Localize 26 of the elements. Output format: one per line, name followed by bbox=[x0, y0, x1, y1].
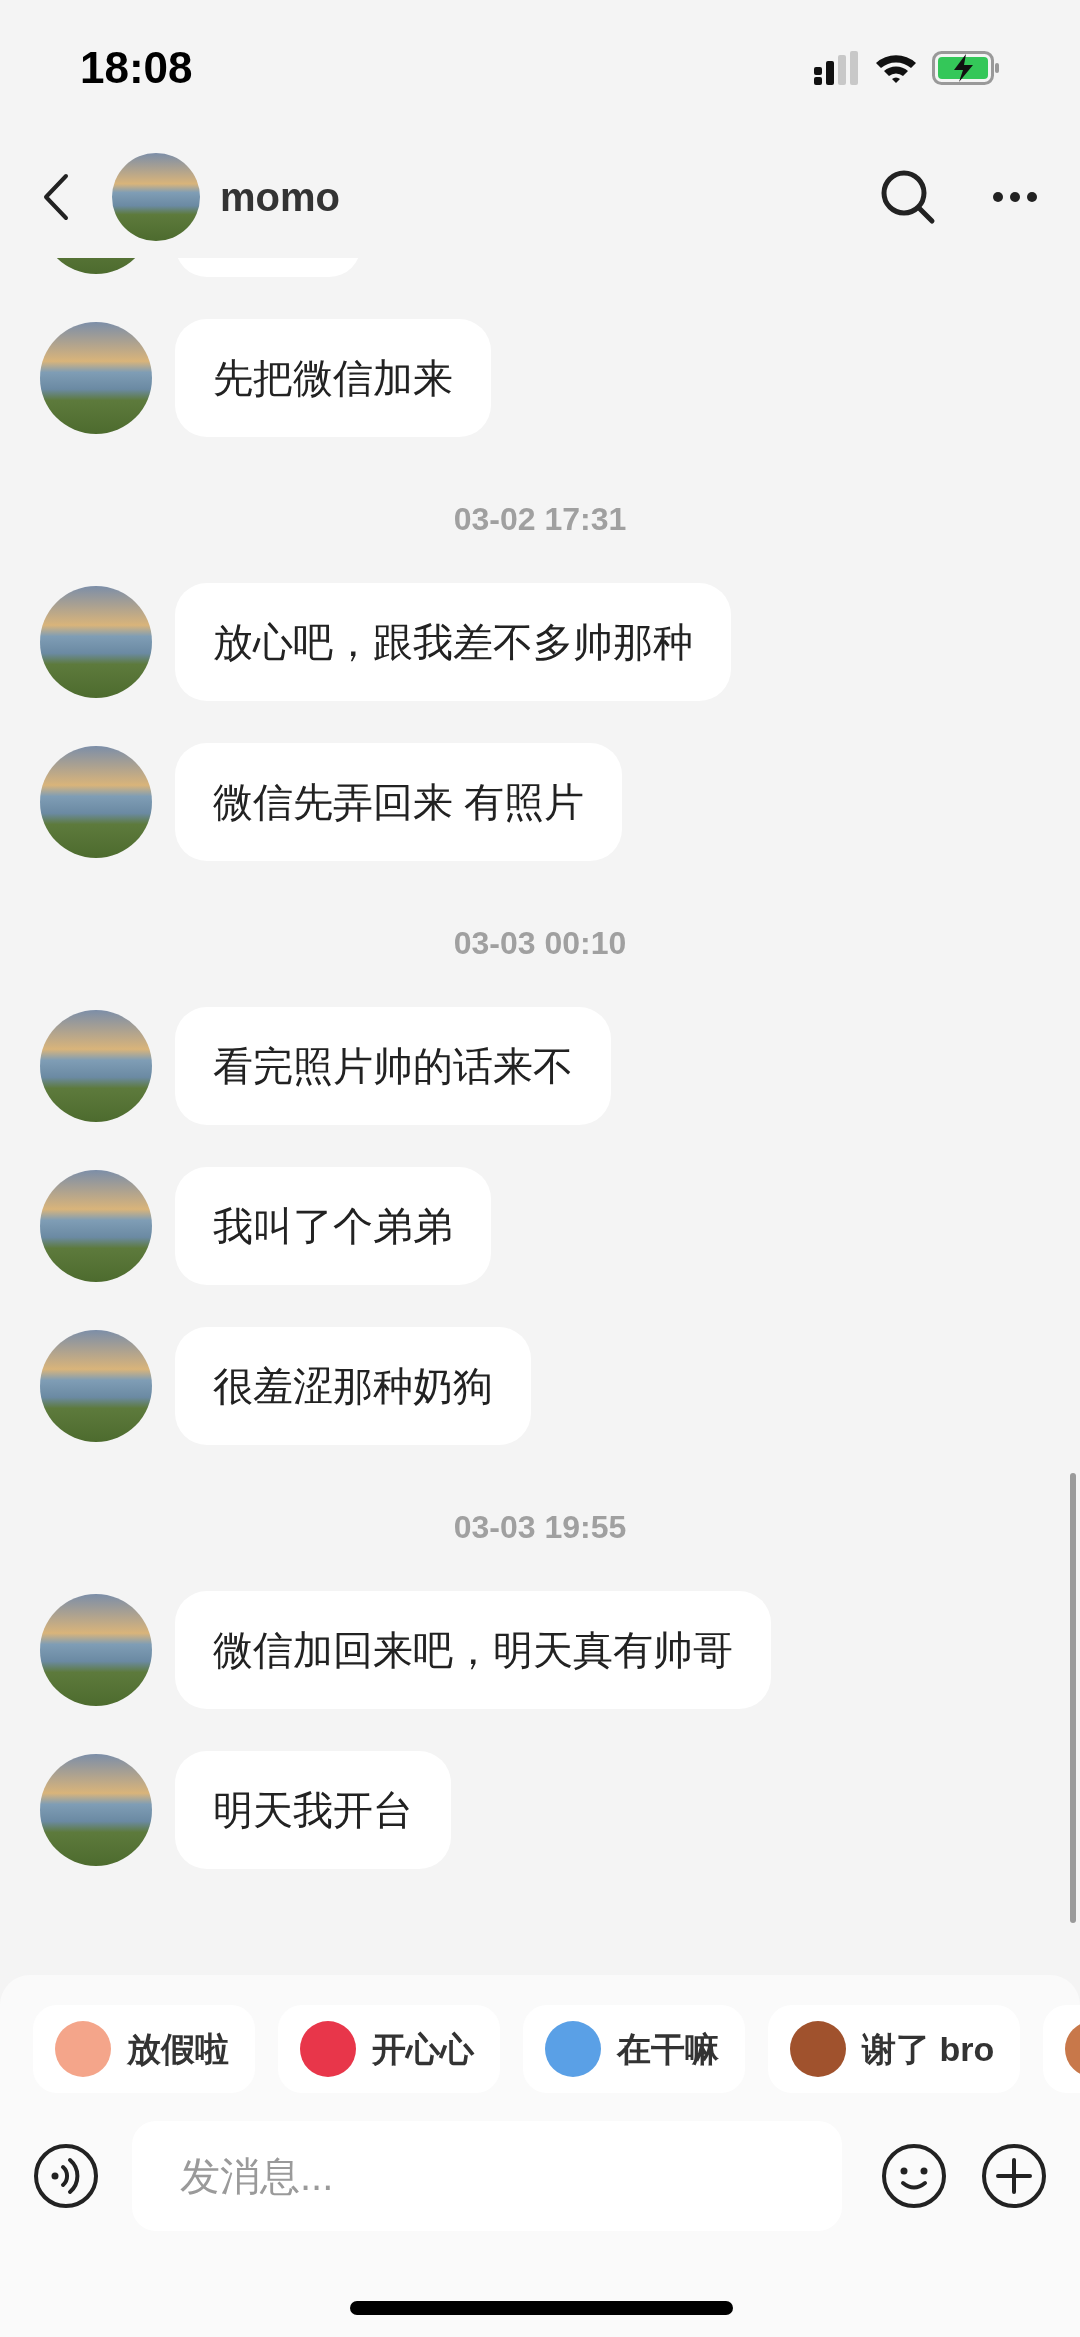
signal-icon bbox=[814, 50, 860, 85]
message-bubble: 微信加回来吧，明天真有帅哥 bbox=[175, 1591, 771, 1709]
battery-charging-icon bbox=[932, 50, 1000, 85]
timestamp: 03-02 17:31 bbox=[453, 500, 627, 539]
sticker-chip[interactable]: 放假啦 bbox=[33, 2005, 255, 2093]
status-time: 18:08 bbox=[80, 41, 193, 94]
timestamp: 03-03 00:10 bbox=[453, 924, 627, 963]
back-icon[interactable] bbox=[42, 172, 70, 221]
sticker-chip[interactable]: 谢了 bro bbox=[768, 2005, 1021, 2093]
timestamp: 03-03 19:55 bbox=[453, 1508, 627, 1547]
message-bubble: 放心吧，跟我差不多帅那种 bbox=[175, 583, 731, 701]
sticker-chip[interactable]: 在干嘛 bbox=[523, 2005, 745, 2093]
add-icon[interactable] bbox=[981, 2143, 1047, 2209]
message-bubble: 明天我开台 bbox=[175, 1751, 451, 1869]
message-bubble: 很羞涩那种奶狗 bbox=[175, 1327, 531, 1445]
emoji-icon[interactable] bbox=[881, 2143, 947, 2209]
message-bubble: 看完照片帅的话来不 bbox=[175, 1007, 611, 1125]
sticker-chip[interactable]: 开心心 bbox=[278, 2005, 500, 2093]
message-bubble: 我叫了个弟弟 bbox=[175, 1167, 491, 1285]
contact-name: momo bbox=[220, 173, 340, 221]
message-input[interactable]: 发消息... bbox=[132, 2121, 842, 2231]
search-icon[interactable] bbox=[880, 168, 936, 225]
voice-icon[interactable] bbox=[33, 2143, 99, 2209]
message-bubble: 先把微信加来 bbox=[175, 319, 491, 437]
more-icon[interactable] bbox=[992, 190, 1038, 203]
message-bubble: 微信先弄回来 有照片 bbox=[175, 743, 623, 861]
